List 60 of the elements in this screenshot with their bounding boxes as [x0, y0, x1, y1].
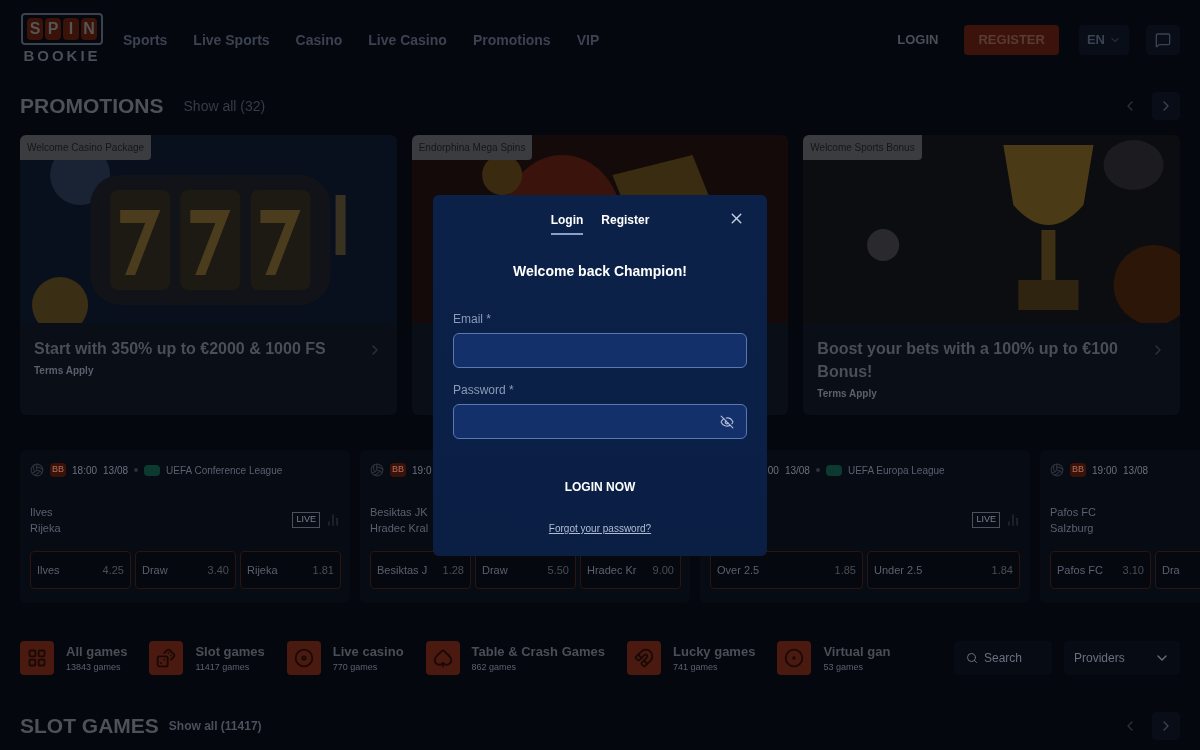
match-date: 13/08: [103, 463, 129, 478]
odds-button[interactable]: Rijeka 1.81: [240, 551, 341, 589]
game-category[interactable]: Live casino 770 games: [286, 641, 404, 675]
forgot-password-link[interactable]: Forgot your password?: [548, 521, 652, 536]
field-label: Password *: [453, 382, 515, 399]
live-badge: LIVE: [972, 512, 1000, 528]
terms-text: Terms Apply: [817, 387, 878, 401]
match-card[interactable]: BB 19:00 13/08 Pafos FC Salzburg Pafos FC 3.10 Dra: [1040, 450, 1200, 603]
odds-button[interactable]: Draw 3.40: [135, 551, 236, 589]
promo-title: Boost your bets with a 100% up to €100 Bonus!: [817, 339, 1119, 382]
league-name: UEFA Conference League: [166, 463, 283, 478]
nav-link[interactable]: Live Sports: [193, 29, 270, 51]
show-all-link[interactable]: Show all (32): [183, 95, 266, 117]
section-title: PROMOTIONS: [20, 93, 164, 120]
game-category[interactable]: Virtual gan 53 games: [777, 641, 891, 675]
odds-button[interactable]: Besiktas J 1.28: [370, 551, 471, 589]
game-category[interactable]: All games 13843 games: [20, 641, 128, 675]
field-label: Email *: [453, 311, 492, 328]
team-badge: BB: [50, 463, 66, 477]
search-field[interactable]: Search: [954, 641, 1052, 675]
team-name: Ilves: [30, 505, 54, 520]
login-button[interactable]: LOGIN: [897, 30, 939, 50]
nav-link[interactable]: Promotions: [472, 29, 551, 51]
live-badge: LIVE: [292, 512, 320, 528]
dialog-heading: Welcome back Champion!: [513, 262, 687, 281]
match-time: 19:00: [1092, 463, 1118, 478]
promo-title: Start with 350% up to €2000 & 1000 FS: [34, 339, 327, 359]
odds-button[interactable]: Ilves 4.25: [30, 551, 131, 589]
team-name: Pafos FC: [1050, 505, 1096, 520]
team-name: Rijeka: [30, 521, 61, 536]
nav-link[interactable]: Sports: [123, 29, 168, 51]
dialog-tab[interactable]: Login: [550, 211, 584, 235]
game-category[interactable]: Slot games 11417 games: [149, 641, 265, 675]
match-card[interactable]: BB 18:00 13/08 UEFA Conference League Ilves Rijeka LIVE Ilves 4.25 Draw 3.40 Rijeka 1.81: [20, 450, 350, 603]
language-select[interactable]: EN: [1078, 25, 1129, 55]
match-date: 13/08: [1123, 463, 1149, 478]
league-name: UEFA Europa League: [847, 463, 945, 478]
login-now-button[interactable]: LOGIN NOW: [548, 474, 652, 500]
team-badge: BB: [1070, 463, 1086, 477]
match-date: 13/08: [784, 463, 810, 478]
terms-text: Terms Apply: [34, 364, 95, 378]
nav-link[interactable]: Live Casino: [368, 29, 447, 51]
show-all-link[interactable]: Show all (11417): [168, 717, 262, 735]
game-category[interactable]: Lucky games 741 games: [627, 641, 756, 675]
providers-dropdown[interactable]: Providers: [1064, 641, 1180, 675]
match-time: 19:0: [412, 463, 432, 478]
team-badge: BB: [390, 463, 406, 477]
game-category[interactable]: Table & Crash Games 862 games: [425, 641, 605, 675]
odds-button[interactable]: Under 2.5 1.84: [867, 551, 1020, 589]
team-name: Besiktas JK: [370, 505, 429, 520]
team-name: Hradec Kral: [370, 521, 429, 536]
section-title: SLOT GAMES: [20, 713, 159, 740]
nav-link[interactable]: Casino: [295, 29, 343, 51]
match-time: 18:00: [72, 463, 98, 478]
team-name: Salzburg: [1050, 521, 1095, 536]
odds-button[interactable]: Pafos FC 3.10: [1050, 551, 1151, 589]
odds-button[interactable]: Over 2.5 1.85: [710, 551, 863, 589]
odds-button[interactable]: Dra: [1155, 551, 1200, 589]
nav-link[interactable]: VIP: [576, 29, 600, 51]
dialog-tab[interactable]: Register: [601, 211, 650, 235]
